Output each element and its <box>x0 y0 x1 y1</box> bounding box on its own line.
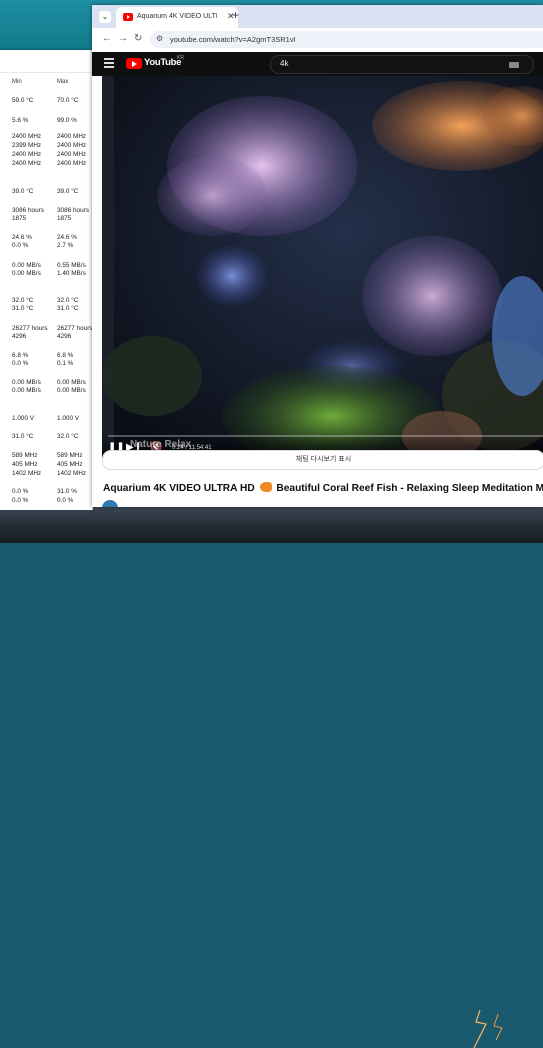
tab-strip: ⌄ Aquarium 4K VIDEO ULTRA H ✕ + <box>92 5 543 28</box>
sensor-max-value: 39.0 °C <box>57 188 79 195</box>
column-header-max[interactable]: Max <box>57 79 68 85</box>
youtube-masthead: YouTube KR 4k <box>92 52 543 76</box>
browser-toolbar: ← → ↻ ⚙ youtube.com/watch?v=A2gmT3SR1vI <box>92 28 543 53</box>
youtube-favicon-icon <box>123 13 133 21</box>
sensor-min-value: 0.00 MB/s <box>12 379 41 386</box>
sensor-min-value: 0.00 MB/s <box>12 262 41 269</box>
sensor-max-value: 1.000 V <box>57 415 80 422</box>
search-input-value[interactable]: 4k <box>280 59 288 68</box>
sensor-max-value: 2400 MHz <box>57 160 87 167</box>
video-progress-bar[interactable] <box>108 435 543 437</box>
sensor-max-value: 405 MHz <box>57 461 83 468</box>
sensor-min-value: 0.0 % <box>12 488 29 495</box>
channel-avatar[interactable] <box>102 500 118 507</box>
sensor-max-value: 32.0 °C <box>57 297 79 304</box>
sensor-min-value: 2399 MHz <box>12 142 42 149</box>
sensor-max-value: 0.00 MB/s <box>57 379 86 386</box>
sensor-min-value: 0.0 % <box>12 242 29 249</box>
fish-emoji-icon <box>259 482 272 492</box>
desktop-wallpaper-bottom <box>0 505 543 1048</box>
sensor-max-value: 0.00 MB/s <box>57 387 86 394</box>
sensor-max-value: 3086 hours <box>57 207 89 214</box>
video-frame-coral-reef <box>102 76 543 459</box>
sensor-min-value: 24.6 % <box>12 234 32 241</box>
youtube-logo-icon[interactable] <box>126 58 142 69</box>
sensor-max-value: 4296 <box>57 333 72 340</box>
browser-window: ⌄ Aquarium 4K VIDEO ULTRA H ✕ + ← → ↻ ⚙ … <box>92 5 543 507</box>
sensor-min-value: 0.0 % <box>12 360 29 367</box>
forward-arrow-icon[interactable]: → <box>118 33 128 44</box>
sensor-min-value: 4296 <box>12 333 27 340</box>
sensor-min-value: 3086 hours <box>12 207 44 214</box>
sensor-max-value: 1402 MHz <box>57 470 87 477</box>
sensor-min-value: 59.0 °C <box>12 97 34 104</box>
sensor-max-value: 2400 MHz <box>57 133 87 140</box>
sensor-max-value: 0.55 MB/s <box>57 262 86 269</box>
video-player[interactable]: ❚❚ ▶❙ 🔇 Nature Relax 0:24 / 11:54:41 <box>102 76 543 459</box>
url-text[interactable]: youtube.com/watch?v=A2gmT3SR1vI <box>170 35 296 44</box>
sensor-min-value: 405 MHz <box>12 461 38 468</box>
youtube-logo-text[interactable]: YouTube <box>144 57 181 68</box>
sensor-max-value: 589 MHz <box>57 452 83 459</box>
sensor-min-value: 1.000 V <box>12 415 35 422</box>
sensor-min-value: 6.8 % <box>12 352 29 359</box>
sensor-max-value: 2.7 % <box>57 242 74 249</box>
sensor-min-value: 0.00 MB/s <box>12 270 41 277</box>
reload-icon[interactable]: ↻ <box>134 33 142 44</box>
sensor-min-value: 31.0 °C <box>12 433 34 440</box>
sensor-max-value: 0.1 % <box>57 360 74 367</box>
sensor-max-value: 2400 MHz <box>57 151 87 158</box>
hardware-monitor-titlebar <box>0 50 92 73</box>
region-label: KR <box>177 55 184 61</box>
menu-hamburger-icon[interactable] <box>104 58 114 70</box>
sensor-min-value: 0.00 MB/s <box>12 387 41 394</box>
youtube-page: YouTube KR 4k ❚❚ ▶❙ 🔇 Nature Relax 0:24 … <box>92 52 543 507</box>
back-arrow-icon[interactable]: ← <box>102 33 112 44</box>
sensor-min-value: 1875 <box>12 215 27 222</box>
sensor-min-value: 0.0 % <box>12 497 29 504</box>
sensor-min-value: 31.0 °C <box>12 305 34 312</box>
show-chat-replay-button[interactable]: 채팅 다시보기 표시 <box>102 450 543 470</box>
sensor-max-value: 24.6 % <box>57 234 77 241</box>
sensor-max-value: 32.0 °C <box>57 433 79 440</box>
address-bar[interactable]: ⚙ youtube.com/watch?v=A2gmT3SR1vI <box>150 31 543 48</box>
sensor-min-value: 32.0 °C <box>12 297 34 304</box>
sensor-max-value: 2400 MHz <box>57 142 87 149</box>
sensor-min-value: 39.0 °C <box>12 188 34 195</box>
sensor-max-value: 6.8 % <box>57 352 74 359</box>
site-info-icon[interactable]: ⚙ <box>156 34 163 43</box>
column-header-min[interactable]: Min <box>12 79 22 85</box>
tab-youtube[interactable]: Aquarium 4K VIDEO ULTRA H ✕ <box>116 7 238 28</box>
search-input[interactable]: 4k <box>270 55 534 74</box>
sensor-max-value: 31.0 % <box>57 488 77 495</box>
sensor-min-value: 2400 MHz <box>12 160 42 167</box>
sensor-max-value: 1.40 MB/s <box>57 270 86 277</box>
sensor-max-value: 31.0 °C <box>57 305 79 312</box>
sensor-min-value: 2400 MHz <box>12 151 42 158</box>
sensor-max-value: 0.0 % <box>57 497 74 504</box>
video-title-part2: Beautiful Coral Reef Fish - Relaxing Sle… <box>276 483 543 494</box>
sensor-min-value: 589 MHz <box>12 452 38 459</box>
hardware-monitor-window: Min Max 59.0 °C 70.0 °C 5.6 % 99.0 % 2400 MH… <box>0 50 93 510</box>
new-tab-button[interactable]: + <box>232 8 239 22</box>
video-title-part1: Aquarium 4K VIDEO ULTRA HD <box>103 483 255 494</box>
sensor-max-value: 26277 hours <box>57 325 93 332</box>
tab-title: Aquarium 4K VIDEO ULTRA H <box>137 13 217 20</box>
tab-search-button[interactable]: ⌄ <box>99 11 111 23</box>
sensor-max-value: 1875 <box>57 215 72 222</box>
sensor-min-value: 2400 MHz <box>12 133 42 140</box>
video-title: Aquarium 4K VIDEO ULTRA HD Beautiful Cor… <box>103 482 543 494</box>
sensor-max-value: 70.0 °C <box>57 97 79 104</box>
sensor-min-value: 5.6 % <box>12 117 29 124</box>
sensor-max-value: 99.0 % <box>57 117 77 124</box>
lightning-decoration <box>473 1010 503 1048</box>
sensor-min-value: 1402 MHz <box>12 470 42 477</box>
keyboard-icon[interactable] <box>509 62 519 68</box>
sensor-min-value: 26277 hours <box>12 325 48 332</box>
